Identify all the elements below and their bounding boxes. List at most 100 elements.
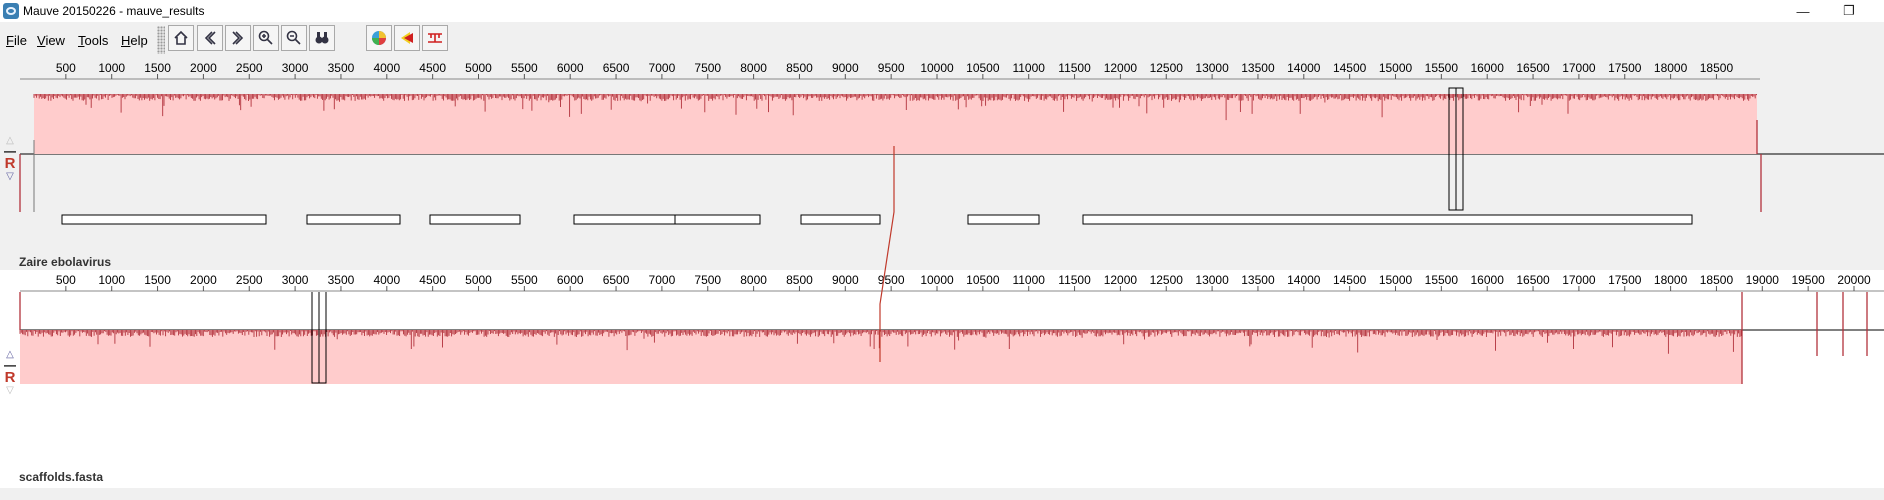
ruler-tick-label: 12500 xyxy=(1150,273,1184,287)
menu-help-mnemonic: H xyxy=(121,33,131,48)
ruler-tick-label: 16000 xyxy=(1471,61,1505,75)
ruler-tick-label: 14000 xyxy=(1287,61,1321,75)
gene-feature[interactable] xyxy=(429,214,521,225)
ruler-tick-label: 15000 xyxy=(1379,273,1413,287)
ruler-tick-label: 12500 xyxy=(1150,61,1184,75)
menu-help[interactable]: Help xyxy=(121,33,148,48)
genome-panel-1[interactable]: 500 1000 1500 2000 2500 3000 3500 4000 4500 5000 5… xyxy=(0,58,1884,270)
genome-2-controls: △ — R ▽ xyxy=(1,350,19,396)
menu-view-label: iew xyxy=(45,33,65,48)
menu-file[interactable]: File xyxy=(6,33,27,48)
ruler-tick-label: 1000 xyxy=(98,61,125,75)
color-scheme-button[interactable] xyxy=(366,25,392,51)
ruler-tick-label: 16500 xyxy=(1516,273,1550,287)
restore-button[interactable]: ❐ xyxy=(1826,0,1872,22)
ruler-tick-label: 6000 xyxy=(557,61,584,75)
ruler-tick-label: 6500 xyxy=(603,61,630,75)
menu-tools[interactable]: Tools xyxy=(78,33,108,48)
ruler-tick-label: 5000 xyxy=(465,273,492,287)
ruler-tick-label: 4500 xyxy=(419,61,446,75)
ruler-tick-label: 7500 xyxy=(694,61,721,75)
ruler-tick-label: 3000 xyxy=(282,61,309,75)
ruler-tick-label: 9500 xyxy=(878,61,905,75)
ruler-tick-label: 13500 xyxy=(1241,61,1275,75)
ruler-tick-label: 8000 xyxy=(740,273,767,287)
ruler-tick-label: 10000 xyxy=(920,61,954,75)
home-icon xyxy=(174,30,188,45)
genome-1-controls: △ — R ▽ xyxy=(1,136,19,182)
ruler-tick-label: 11000 xyxy=(1012,273,1045,287)
ruler-tick-label: 3000 xyxy=(282,273,309,287)
ruler-tick-label: 4000 xyxy=(373,273,400,287)
ruler-tick-label: 7000 xyxy=(649,61,676,75)
ruler-tick-label: 13000 xyxy=(1195,61,1229,75)
ruler-tick-label: 18000 xyxy=(1654,273,1688,287)
ruler-tick-label: 20000 xyxy=(1837,273,1871,287)
ruler-tick-label: 12000 xyxy=(1104,61,1138,75)
ruler-tick-label: 7500 xyxy=(694,273,721,287)
ruler-tick-label: 8000 xyxy=(740,61,767,75)
ruler-tick-label: 2000 xyxy=(190,273,217,287)
alignment-ruler-icon xyxy=(428,33,442,43)
gene-feature[interactable] xyxy=(800,214,881,225)
ruler-tick-label: 18500 xyxy=(1700,61,1734,75)
scroll-left-button[interactable] xyxy=(197,25,223,51)
scroll-right-icon xyxy=(232,31,244,45)
zoom-out-button[interactable] xyxy=(281,25,307,51)
lcb-weight-button[interactable] xyxy=(394,25,420,51)
home-button[interactable] xyxy=(168,25,194,51)
ruler-tick-label: 11500 xyxy=(1058,61,1091,75)
ruler-tick-label: 15000 xyxy=(1379,61,1413,75)
lcb-track-1[interactable] xyxy=(0,80,1884,230)
ruler-tick-label: 9000 xyxy=(832,61,859,75)
lcb-block[interactable] xyxy=(20,330,1742,384)
gene-feature[interactable] xyxy=(967,214,1040,225)
alignment-view-button[interactable] xyxy=(422,25,448,51)
genome-panel-2[interactable]: 500 1000 1500 2000 2500 3000 3500 4000 4500 5000 5… xyxy=(0,270,1884,488)
ruler-tick-label: 14000 xyxy=(1287,273,1321,287)
zoom-in-button[interactable] xyxy=(253,25,279,51)
gene-feature[interactable] xyxy=(61,214,267,225)
genome-name-2: scaffolds.fasta xyxy=(19,470,104,484)
ruler-tick-label: 500 xyxy=(56,61,76,75)
ruler-tick-label: 19000 xyxy=(1746,273,1780,287)
window-title: Mauve 20150226 - mauve_results xyxy=(23,4,205,18)
ruler-tick-label: 1500 xyxy=(144,61,171,75)
menu-file-label: ile xyxy=(13,33,27,48)
ruler-tick-label: 8500 xyxy=(786,273,813,287)
ruler-tick-label: 2500 xyxy=(236,273,263,287)
ruler-tick-label: 5500 xyxy=(511,273,538,287)
ruler-tick-label: 4500 xyxy=(419,273,446,287)
ruler-tick-label: 16500 xyxy=(1516,61,1550,75)
gene-feature[interactable] xyxy=(573,214,676,225)
ruler-tick-label: 9000 xyxy=(832,273,859,287)
find-button[interactable] xyxy=(309,25,335,51)
move-genome-down-icon[interactable]: ▽ xyxy=(1,386,19,396)
move-genome-down-icon[interactable]: ▽ xyxy=(1,172,19,182)
genome-name-1: Zaire ebolavirus xyxy=(19,255,112,269)
ruler-tick-label: 3500 xyxy=(328,61,355,75)
ruler-tick-label: 17500 xyxy=(1608,273,1642,287)
ruler-tick-label: 4000 xyxy=(373,61,400,75)
gene-feature[interactable] xyxy=(1082,214,1693,225)
ruler-tick-label: 1000 xyxy=(98,273,125,287)
ruler-tick-label: 9500 xyxy=(878,273,905,287)
horizontal-scroll-area[interactable] xyxy=(0,488,1884,500)
ruler-tick-label: 15500 xyxy=(1425,61,1459,75)
ruler-tick-label: 5000 xyxy=(465,61,492,75)
minimize-button[interactable]: — xyxy=(1780,0,1826,22)
ruler-tick-label: 7000 xyxy=(649,273,676,287)
menu-view[interactable]: View xyxy=(37,33,65,48)
lcb-block[interactable] xyxy=(34,94,1757,154)
gene-feature[interactable] xyxy=(674,214,761,225)
ruler-tick-label: 5500 xyxy=(511,61,538,75)
lcb-track-2[interactable] xyxy=(0,292,1884,442)
reverse-complement-button[interactable]: R xyxy=(1,156,19,172)
scroll-right-button[interactable] xyxy=(225,25,251,51)
reverse-complement-button[interactable]: R xyxy=(1,370,19,386)
ruler-tick-label: 15500 xyxy=(1425,273,1459,287)
toolbar-grip[interactable] xyxy=(157,26,165,54)
zoom-out-icon xyxy=(286,30,301,45)
speaker-arrow-icon xyxy=(401,32,413,44)
gene-feature[interactable] xyxy=(306,214,401,225)
